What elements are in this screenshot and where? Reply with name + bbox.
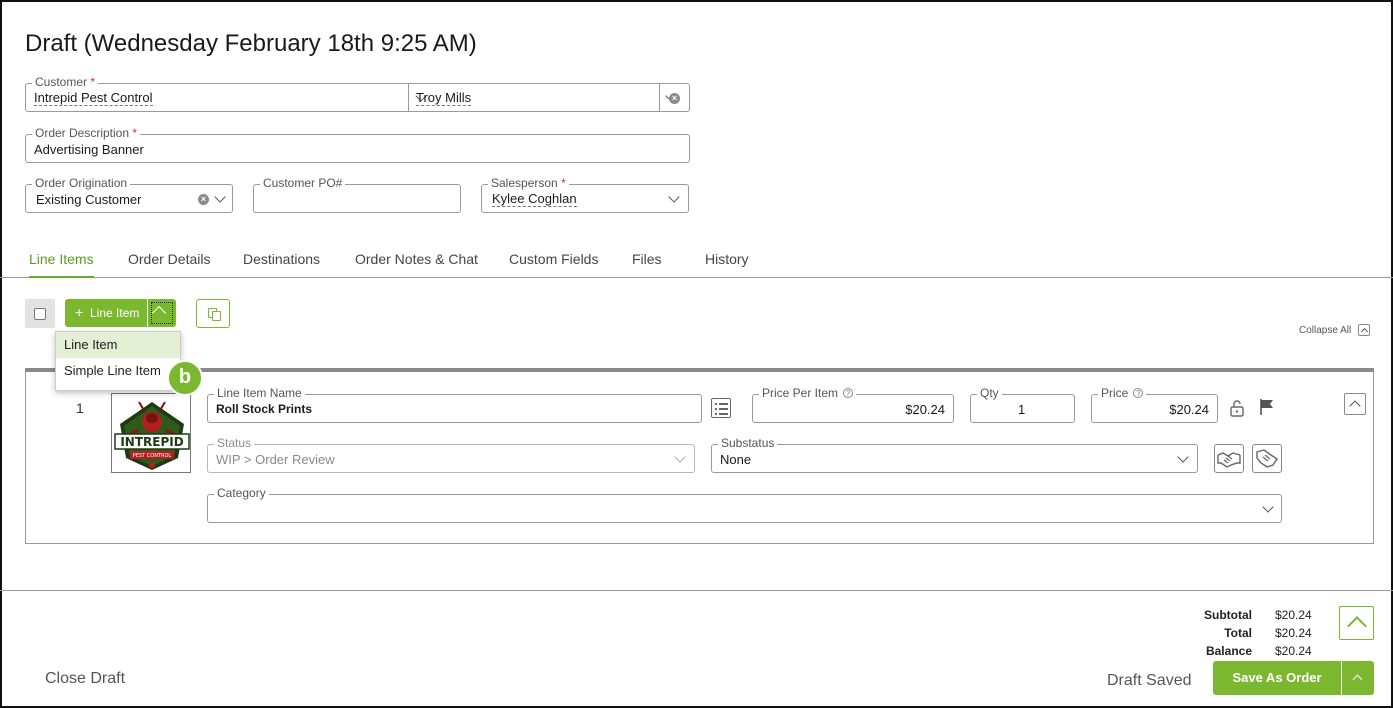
price-field[interactable]: Price? $20.24	[1091, 386, 1218, 423]
add-line-item-label: Line Item	[90, 306, 140, 320]
balance-label: Balance	[1205, 644, 1252, 658]
qty-field[interactable]: Qty 1	[970, 386, 1075, 423]
add-line-item-menu-toggle[interactable]	[148, 299, 176, 327]
origination-chevron-down-icon[interactable]	[214, 191, 226, 203]
status-chevron-down-icon	[674, 451, 686, 463]
line-item-name-label: Line Item Name	[214, 386, 305, 400]
tab-bar: Line Items Order Details Destinations Or…	[0, 250, 1393, 278]
logo-text: INTREPID	[120, 435, 183, 449]
salesperson-field[interactable]: Salesperson * Kylee Coghlan	[481, 176, 689, 213]
scroll-to-top-button[interactable]	[1339, 606, 1374, 640]
salesperson-chevron-down-icon[interactable]	[668, 191, 680, 203]
status-label: Status	[214, 436, 255, 450]
order-origination-field[interactable]: Order Origination Existing Customer ×	[25, 176, 233, 213]
price-per-item-value: $20.24	[905, 402, 945, 417]
intrepid-logo: INTREPID PEST CONTROL	[114, 401, 190, 470]
qty-value: 1	[1018, 402, 1026, 417]
price-label: Price?	[1098, 386, 1147, 400]
tab-destinations[interactable]: Destinations	[243, 250, 320, 278]
customer-po-field[interactable]: Customer PO#	[253, 176, 461, 213]
select-all[interactable]	[25, 299, 55, 328]
divider	[659, 84, 660, 111]
tab-files[interactable]: Files	[632, 250, 662, 278]
customer-value: Intrepid Pest Control	[34, 90, 153, 106]
contact-value[interactable]: Troy Mills	[416, 91, 472, 106]
menu-item-simple-line-item[interactable]: Simple Line Item	[56, 358, 180, 384]
status-field: Status WIP > Order Review	[207, 436, 695, 473]
order-origination-label: Order Origination	[32, 176, 131, 190]
clear-origination-icon[interactable]: ×	[198, 194, 209, 205]
customer-field[interactable]: Customer * Intrepid Pest Control Troy Mi…	[25, 75, 690, 112]
price-per-item-label: Price Per Item?	[759, 386, 857, 400]
plus-icon: +	[75, 304, 84, 320]
draft-saved-status: Draft Saved	[1107, 672, 1192, 689]
unlock-icon[interactable]	[1229, 399, 1245, 417]
collapse-all-link[interactable]: Collapse All	[1299, 325, 1351, 336]
substatus-field[interactable]: Substatus None	[711, 436, 1198, 473]
menu-item-line-item[interactable]: Line Item	[56, 332, 180, 358]
total-value: $20.24	[1275, 626, 1312, 640]
line-item-name-value: Roll Stock Prints	[216, 402, 313, 416]
totals-block: Subtotal $20.24 Total $20.24 Balance $20…	[1172, 608, 1322, 658]
line-item-number: 1	[76, 400, 84, 416]
tab-order-details[interactable]: Order Details	[128, 250, 210, 278]
details-list-icon[interactable]	[711, 398, 731, 418]
salesperson-value: Kylee Coghlan	[492, 191, 577, 207]
proof-handshake-button[interactable]	[1252, 444, 1282, 473]
substatus-value: None	[720, 452, 752, 467]
customer-po-label: Customer PO#	[260, 176, 346, 190]
tab-custom-fields[interactable]: Custom Fields	[509, 250, 598, 278]
customer-label: Customer *	[32, 75, 99, 89]
price-value: $20.24	[1169, 402, 1209, 417]
handshake-icon	[1256, 449, 1278, 468]
copy-button[interactable]	[196, 299, 230, 328]
save-options-toggle[interactable]	[1342, 661, 1374, 695]
tab-line-items[interactable]: Line Items	[29, 250, 94, 278]
approval-handshake-button[interactable]	[1214, 444, 1244, 473]
category-chevron-down-icon[interactable]	[1262, 501, 1274, 513]
close-draft-link[interactable]: Close Draft	[45, 670, 125, 688]
subtotal-label: Subtotal	[1204, 608, 1252, 622]
qty-label: Qty	[977, 386, 1002, 400]
add-line-item-button[interactable]: + Line Item	[65, 299, 147, 327]
category-field[interactable]: Category	[207, 486, 1282, 523]
salesperson-label: Salesperson *	[488, 176, 569, 190]
order-description-value: Advertising Banner	[34, 142, 144, 157]
help-icon: ?	[843, 388, 854, 398]
logo-subtext: PEST CONTROL	[133, 453, 172, 459]
total-label: Total	[1224, 626, 1252, 640]
add-line-item-menu: Line Item Simple Line Item	[55, 331, 181, 391]
clear-contact-icon[interactable]: ×	[669, 93, 680, 104]
copy-icon-front	[212, 311, 221, 321]
page-title: Draft (Wednesday February 18th 9:25 AM)	[25, 30, 477, 57]
chevron-up-icon	[1349, 400, 1361, 412]
collapse-all-icon[interactable]	[1358, 324, 1370, 336]
order-origination-value: Existing Customer	[36, 192, 142, 207]
order-description-field[interactable]: Order Description * Advertising Banner	[25, 126, 690, 163]
divider	[408, 84, 409, 111]
tab-order-notes-chat[interactable]: Order Notes & Chat	[355, 250, 478, 278]
save-as-order-button[interactable]: Save As Order	[1213, 661, 1341, 695]
annotation-badge: b	[167, 360, 203, 396]
select-all-checkbox[interactable]	[34, 308, 46, 320]
footer-divider	[0, 590, 1393, 591]
subtotal-value: $20.24	[1275, 608, 1312, 622]
balance-value: $20.24	[1275, 644, 1312, 658]
price-per-item-field[interactable]: Price Per Item? $20.24	[752, 386, 954, 423]
collapse-line-item-button[interactable]	[1344, 393, 1366, 415]
line-item-name-field[interactable]: Line Item Name Roll Stock Prints	[207, 386, 702, 423]
order-description-label: Order Description *	[32, 126, 141, 140]
substatus-chevron-down-icon[interactable]	[1177, 451, 1189, 463]
line-item-thumbnail[interactable]: INTREPID PEST CONTROL	[111, 393, 191, 473]
handshake-icon	[1217, 452, 1241, 468]
substatus-label: Substatus	[718, 436, 778, 450]
tab-history[interactable]: History	[705, 250, 749, 278]
category-label: Category	[214, 486, 269, 500]
flag-icon[interactable]	[1258, 398, 1276, 416]
status-value: WIP > Order Review	[216, 452, 335, 467]
help-icon: ?	[1133, 388, 1144, 398]
